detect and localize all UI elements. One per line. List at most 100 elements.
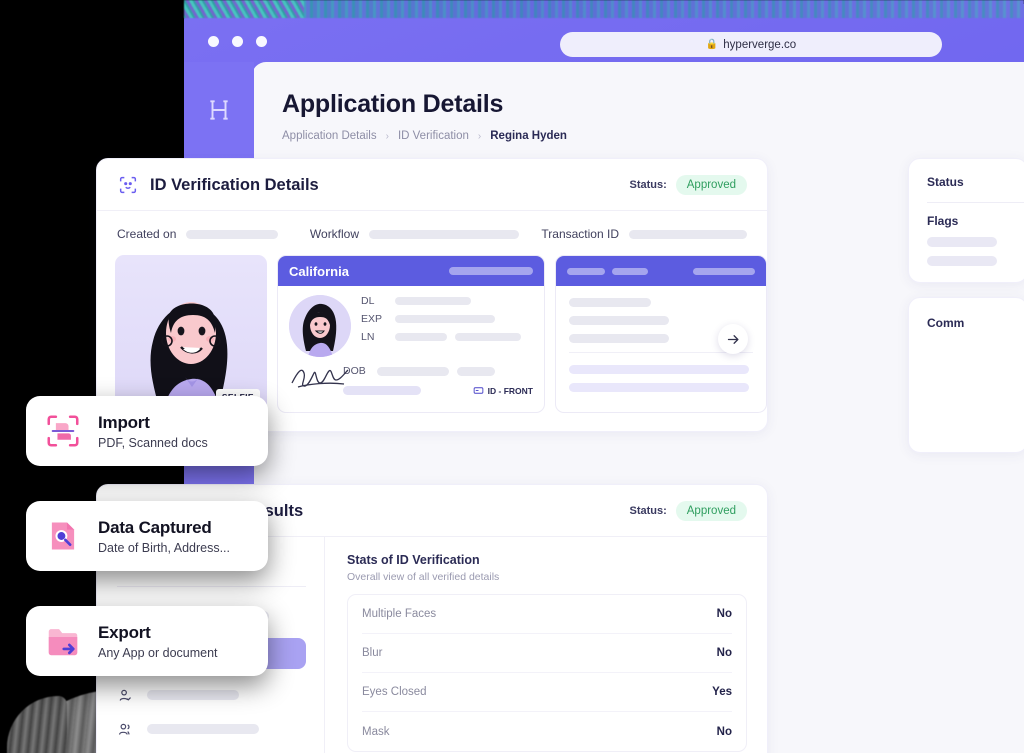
field-label: DL [361,295,375,307]
table-row: Blur No [362,634,732,673]
selfie-thumbnail[interactable]: SELFIE [115,255,267,413]
redacted-value [395,315,495,323]
url-text: hyperverge.co [723,38,797,51]
feature-subtitle: PDF, Scanned docs [98,435,208,450]
feature-card-text: Export Any App or document [98,623,218,660]
redacted-value [927,256,997,266]
stat-value: No [716,725,732,738]
arrow-right-icon [727,334,739,344]
table-row: Multiple Faces No [362,595,732,634]
field-label: EXP [361,313,383,325]
status-badge: Approved [675,175,747,195]
meta-label: Transaction ID [541,227,619,241]
card-header: ID Verification Details Status: Approved [97,159,767,211]
breadcrumb-item-current: Regina Hyden [490,130,567,142]
breadcrumb-item-2[interactable]: ID Verification [398,130,469,142]
rail-status-title: Status [927,175,964,189]
redacted-value [147,690,239,700]
minimize-dot[interactable] [232,36,243,47]
signature-icon [291,369,349,388]
redacted-value [455,333,521,341]
card-icon [473,387,483,394]
stat-key: Multiple Faces [362,608,437,620]
data-captured-icon [51,522,75,550]
id-photo [289,295,351,357]
feature-subtitle: Any App or document [98,645,218,660]
url-bar[interactable]: 🔒 hyperverge.co [560,32,942,57]
id-card-state: California [289,263,349,279]
redacted-value [147,724,259,734]
feature-card-export[interactable]: Export Any App or document [26,606,268,676]
stat-key: Eyes Closed [362,686,427,698]
redacted-value [569,365,749,374]
meta-workflow: Workflow [310,227,542,241]
status-label: Status: [629,179,667,191]
stat-value: No [716,608,732,620]
breadcrumb-item-1[interactable]: Application Details [282,130,377,142]
module-item[interactable] [117,678,306,712]
redacted-value [186,229,279,239]
status-flags-card: Status Flags [908,158,1024,283]
id-back-card[interactable] [555,255,767,413]
redacted-value [693,267,755,275]
redacted-value [377,366,449,376]
close-dot[interactable] [208,36,219,47]
window-controls[interactable] [208,36,267,47]
users-icon [118,723,130,735]
feature-title: Data Captured [98,517,212,537]
stats-panel: Stats of ID Verification Overall view of… [325,537,767,753]
status-badge: Approved [675,501,747,521]
redacted-value [567,267,605,275]
field-label: LN [361,331,375,343]
hyperverge-h-logo [210,100,228,120]
meta-row: Created on Workflow Transaction ID [97,211,767,255]
breadcrumb-separator: › [477,130,482,142]
meta-created-on: Created on [117,227,310,241]
lock-icon: 🔒 [705,39,719,50]
redacted-value [449,267,533,275]
redacted-value [612,267,648,275]
id-card-header: California [278,256,544,286]
feature-card-data-captured[interactable]: Data Captured Date of Birth, Address... [26,501,268,571]
import-scan-icon [47,415,79,447]
id-portrait-illustration [289,295,351,357]
redacted-value [569,316,669,325]
redacted-value [369,229,520,239]
id-field-dl: DL [361,295,533,307]
redacted-value [395,297,471,305]
page-header-area: Application Details Application Details … [254,62,976,142]
meta-label: Workflow [309,227,360,241]
redacted-value [569,298,651,307]
stat-value: Yes [712,686,732,698]
redacted-value [569,383,749,392]
next-document-button[interactable] [718,324,748,354]
maximize-dot[interactable] [256,36,267,47]
id-front-badge-label: ID - FRONT [487,385,533,396]
feature-card-import[interactable]: Import PDF, Scanned docs [26,396,268,466]
id-fields: DL EXP LN [361,295,533,357]
divider [117,586,306,587]
status-label: Status: [629,505,667,517]
id-front-badge: ID - FRONT [473,385,533,396]
feature-title: Export [98,622,151,642]
breadcrumb-separator: › [385,130,389,142]
user-check-icon [119,689,131,701]
id-verification-details-card: ID Verification Details Status: Approved… [96,158,768,432]
redacted-value [457,366,495,376]
rail-flags-title: Flags [927,214,959,228]
meta-label: Created on [117,227,177,241]
right-rail: Status Flags Comm [908,158,1024,453]
table-row: Eyes Closed Yes [362,673,732,712]
id-card-body: DL EXP LN [278,286,544,388]
feature-title: Import [98,412,150,432]
redacted-value [629,229,747,239]
module-item[interactable] [117,712,306,746]
feature-card-text: Data Captured Date of Birth, Address... [98,518,230,555]
meta-transaction-id: Transaction ID [541,227,747,241]
comments-card: Comm [908,297,1024,453]
browser-titlebar: 🔒 hyperverge.co [184,22,1024,66]
feature-card-text: Import PDF, Scanned docs [98,413,208,450]
status-group: Status: Approved [629,175,747,195]
stats-subtitle: Overall view of all verified details [347,571,500,583]
id-front-card[interactable]: California DL EXP LN DOB ID - FRONT [277,255,545,413]
